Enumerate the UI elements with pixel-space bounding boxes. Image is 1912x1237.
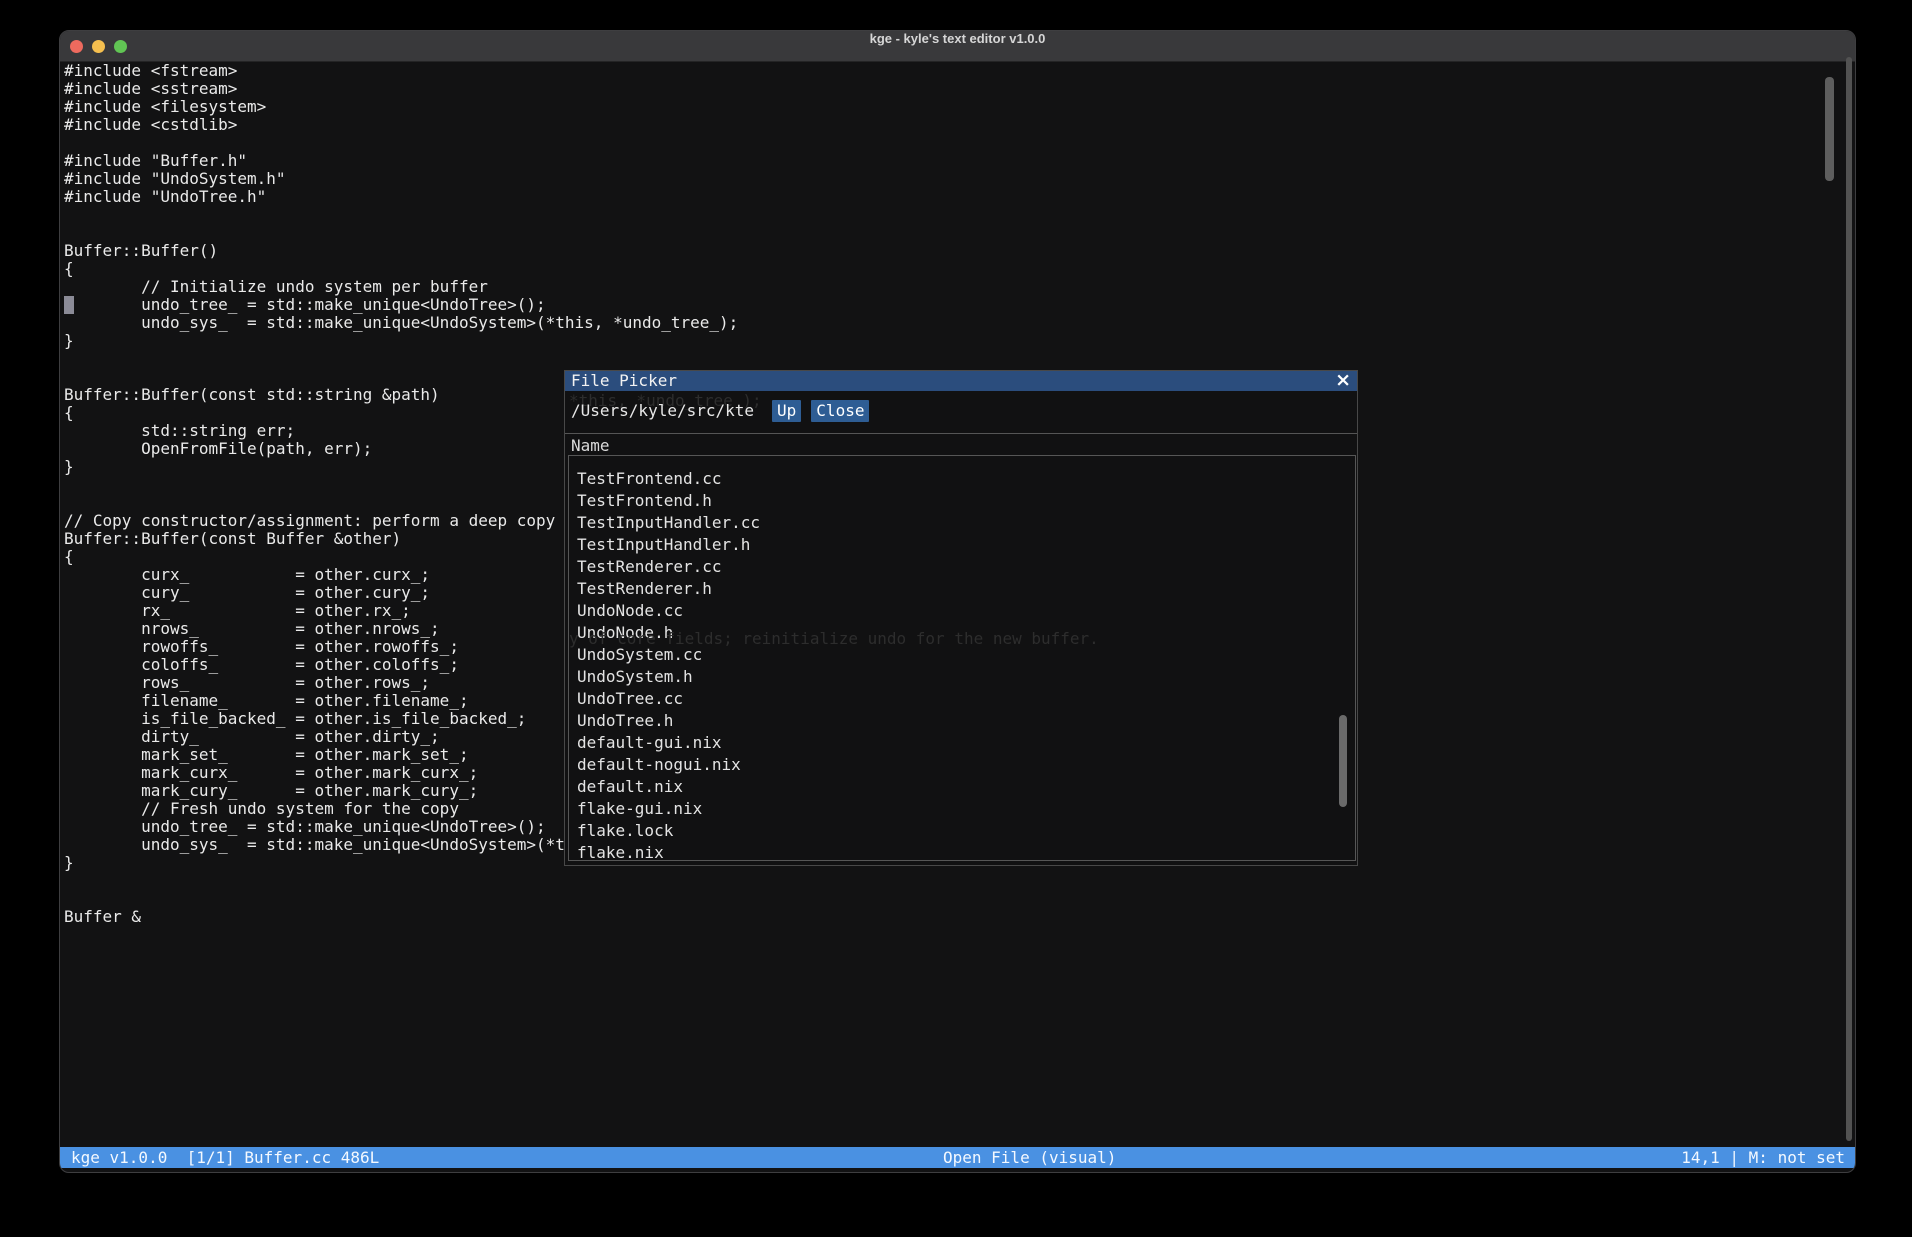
file-list-scrollbar-thumb[interactable] <box>1339 715 1347 807</box>
editor-scrollbar-thumb[interactable] <box>1825 77 1834 181</box>
minimize-window-icon[interactable] <box>92 40 105 53</box>
file-item[interactable]: TestInputHandler.cc <box>577 512 1355 534</box>
file-picker-title: File Picker <box>571 371 677 391</box>
file-list: TestFrontend.ccTestFrontend.hTestInputHa… <box>568 455 1356 861</box>
up-button[interactable]: Up <box>772 400 801 422</box>
file-picker-titlebar: File Picker × <box>565 371 1357 391</box>
status-bar: kge v1.0.0 [1/1] Buffer.cc 486L Open Fil… <box>60 1147 1855 1168</box>
file-item[interactable]: default-gui.nix <box>577 732 1355 754</box>
close-window-icon[interactable] <box>70 40 83 53</box>
window-titlebar: kge - kyle's text editor v1.0.0 <box>60 31 1855 62</box>
zoom-window-icon[interactable] <box>114 40 127 53</box>
file-item[interactable]: default.nix <box>577 776 1355 798</box>
window-title: kge - kyle's text editor v1.0.0 <box>60 31 1855 61</box>
file-item[interactable]: TestInputHandler.h <box>577 534 1355 556</box>
file-item[interactable]: TestFrontend.cc <box>577 468 1355 490</box>
file-item[interactable]: flake-gui.nix <box>577 798 1355 820</box>
window-scrollbar-track[interactable] <box>1846 57 1852 1141</box>
current-path: /Users/kyle/src/kte <box>571 400 754 422</box>
file-item[interactable]: UndoTree.h <box>577 710 1355 732</box>
close-button[interactable]: Close <box>811 400 869 422</box>
file-item[interactable]: UndoNode.cc <box>577 600 1355 622</box>
file-item[interactable]: TestFrontend.h <box>577 490 1355 512</box>
text-cursor <box>64 296 74 314</box>
status-file-info: kge v1.0.0 [1/1] Buffer.cc 486L <box>71 1147 379 1168</box>
file-picker-path-row: /Users/kyle/src/kte Up Close <box>571 400 879 422</box>
traffic-lights <box>70 40 127 53</box>
status-mode: Open File (visual) <box>943 1147 1116 1168</box>
close-icon[interactable]: × <box>1335 370 1351 390</box>
app-window: kge - kyle's text editor v1.0.0 #include… <box>59 30 1856 1173</box>
file-item[interactable]: flake.lock <box>577 820 1355 842</box>
file-item[interactable]: flake.nix <box>577 842 1355 861</box>
file-item[interactable]: UndoTree.cc <box>577 688 1355 710</box>
stale-code-ghost-text: y of core fields; reinitialize undo for … <box>569 630 1099 648</box>
file-item[interactable]: TestRenderer.cc <box>577 556 1355 578</box>
file-picker-dialog: File Picker × *this, *undo_tree_); /User… <box>564 370 1358 866</box>
name-column-header: Name <box>571 437 610 455</box>
status-cursor-position: 14,1 | M: not set <box>1681 1147 1845 1168</box>
file-item[interactable]: default-nogui.nix <box>577 754 1355 776</box>
file-item[interactable]: UndoSystem.h <box>577 666 1355 688</box>
file-item[interactable]: TestRenderer.h <box>577 578 1355 600</box>
divider <box>565 433 1357 434</box>
